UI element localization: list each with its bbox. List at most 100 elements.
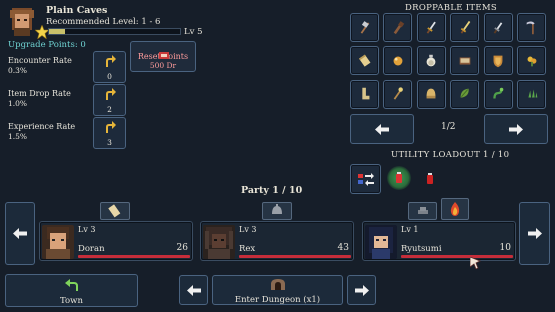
rex-equipment-slot[interactable] bbox=[262, 202, 292, 220]
party-member-card-rex[interactable]: Lv 3 Rex 43 bbox=[200, 221, 354, 261]
droppable-item-slot[interactable] bbox=[350, 13, 379, 42]
scroll-icon bbox=[358, 54, 370, 67]
utility-loadout-title: UTILITY LOADOUT 1 / 10 bbox=[391, 150, 510, 160]
party-prev-button[interactable] bbox=[5, 202, 35, 265]
doran-hp: 26 bbox=[176, 243, 188, 253]
drops-next-button[interactable] bbox=[484, 114, 548, 144]
droppable-item-slot[interactable] bbox=[383, 79, 413, 109]
doran-portrait bbox=[42, 225, 74, 259]
scroll-icon bbox=[108, 204, 121, 218]
ryutsumi-portrait bbox=[365, 225, 397, 259]
recommended-level: Recommended Level: 1 - 6 bbox=[46, 17, 161, 27]
reset-icon bbox=[159, 45, 169, 59]
flame-icon bbox=[450, 202, 460, 216]
doran-level: Lv 3 bbox=[78, 225, 96, 234]
return-arrow-icon bbox=[64, 276, 79, 295]
level-progress-bar bbox=[48, 28, 181, 35]
doran-name: Doran bbox=[78, 244, 105, 254]
droppable-item-slot[interactable] bbox=[517, 13, 546, 42]
party-member-card-doran[interactable]: Lv 3 Doran 26 bbox=[39, 221, 193, 261]
droppable-item-slot[interactable] bbox=[483, 46, 513, 76]
reset-points-button[interactable]: Reset Points 500 Dr bbox=[130, 41, 196, 72]
rex-hp-bar bbox=[239, 255, 351, 258]
experience-rate-label: Experience Rate bbox=[8, 122, 76, 131]
helmet-icon bbox=[272, 204, 282, 214]
upgrade-arrow-icon bbox=[103, 53, 117, 72]
encounter-rate-upgrade-button[interactable]: 0 bbox=[93, 51, 126, 83]
staff-icon bbox=[393, 87, 403, 100]
hat-icon bbox=[417, 207, 428, 214]
utility-slot-glowing-item[interactable] bbox=[387, 166, 411, 190]
rex-name: Rex bbox=[239, 244, 256, 254]
dungeon-next-button[interactable] bbox=[347, 275, 376, 305]
droppable-items-title: DROPPABLE ITEMS bbox=[405, 3, 498, 13]
claw-icon bbox=[527, 89, 537, 98]
star-icon bbox=[34, 24, 50, 40]
dagger-icon bbox=[426, 21, 437, 34]
encounter-rate-label: Encounter Rate bbox=[8, 56, 72, 65]
sword-icon bbox=[460, 20, 471, 34]
droppable-item-slot[interactable] bbox=[383, 13, 413, 42]
ryutsumi-hp: 10 bbox=[499, 243, 511, 253]
droppable-item-slot[interactable] bbox=[416, 46, 446, 76]
item-drop-rate-value: 1.0% bbox=[8, 99, 28, 108]
droppable-item-slot[interactable] bbox=[350, 46, 379, 76]
upgrade-arrow-icon bbox=[103, 119, 117, 138]
leaf-icon bbox=[460, 88, 469, 98]
town-button[interactable]: Town bbox=[5, 274, 138, 307]
area-portrait bbox=[6, 4, 38, 36]
potion-icon bbox=[396, 172, 402, 183]
orb-icon bbox=[393, 56, 403, 66]
potion-icon bbox=[426, 54, 436, 67]
dungeon-prev-button[interactable] bbox=[179, 275, 208, 305]
item-drop-rate-points: 2 bbox=[107, 105, 112, 114]
experience-rate-upgrade-button[interactable]: 3 bbox=[93, 117, 126, 149]
area-name: Plain Caves bbox=[46, 5, 108, 16]
area-level: Lv 5 bbox=[184, 27, 203, 37]
party-member-card-ryutsumi[interactable]: Lv 1 Ryutsumi 10 bbox=[362, 221, 516, 261]
droppable-item-slot[interactable] bbox=[450, 13, 480, 42]
droppable-item-slot[interactable] bbox=[416, 13, 446, 42]
town-label: Town bbox=[60, 295, 83, 306]
helmet-icon bbox=[426, 88, 436, 99]
enter-dungeon-button[interactable]: Enter Dungeon (x1) bbox=[212, 275, 343, 305]
vine-icon bbox=[493, 88, 504, 99]
boots-icon bbox=[361, 88, 369, 100]
droppable-item-slot[interactable] bbox=[483, 79, 513, 109]
ryutsumi-equipment-slot-1[interactable] bbox=[408, 202, 437, 220]
item-drop-rate-upgrade-button[interactable]: 2 bbox=[93, 84, 126, 116]
experience-rate-value: 1.5% bbox=[8, 132, 28, 141]
doran-hp-bar bbox=[78, 255, 190, 258]
droppable-item-slot[interactable] bbox=[517, 46, 546, 76]
droppable-item-slot[interactable] bbox=[450, 46, 480, 76]
drops-prev-button[interactable] bbox=[350, 114, 414, 144]
upgrade-arrow-icon bbox=[103, 86, 117, 105]
droppable-item-slot[interactable] bbox=[483, 13, 513, 42]
encounter-rate-value: 0.3% bbox=[8, 66, 28, 75]
droppable-item-slot[interactable] bbox=[450, 79, 480, 109]
arrow-left-icon bbox=[9, 225, 31, 243]
ryutsumi-equipment-slot-2[interactable] bbox=[441, 198, 469, 220]
droppable-item-slot[interactable] bbox=[416, 79, 446, 109]
swap-loadout-icon bbox=[357, 173, 374, 186]
experience-rate-points: 3 bbox=[107, 138, 112, 147]
enter-dungeon-label: Enter Dungeon (x1) bbox=[234, 295, 321, 305]
potion-icon bbox=[427, 173, 433, 184]
utility-loadout-button[interactable] bbox=[350, 164, 381, 194]
droppable-item-slot[interactable] bbox=[383, 46, 413, 76]
doran-equipment-slot[interactable] bbox=[100, 202, 130, 220]
utility-slot-item[interactable] bbox=[426, 170, 438, 184]
droppable-item-slot[interactable] bbox=[517, 79, 546, 109]
book-icon bbox=[459, 57, 471, 65]
party-next-button[interactable] bbox=[519, 202, 550, 265]
cursor-icon bbox=[469, 254, 482, 270]
droppable-item-slot[interactable] bbox=[350, 79, 379, 109]
scythe-icon bbox=[526, 21, 535, 34]
arrow-right-icon bbox=[505, 120, 527, 138]
axe-icon bbox=[360, 20, 369, 34]
rex-hp: 43 bbox=[337, 243, 349, 253]
rex-portrait bbox=[203, 225, 235, 259]
drops-page-indicator: 1/2 bbox=[441, 122, 456, 132]
reset-points-cost: 500 Dr bbox=[149, 60, 177, 70]
ryutsumi-hp-bar bbox=[401, 255, 513, 258]
